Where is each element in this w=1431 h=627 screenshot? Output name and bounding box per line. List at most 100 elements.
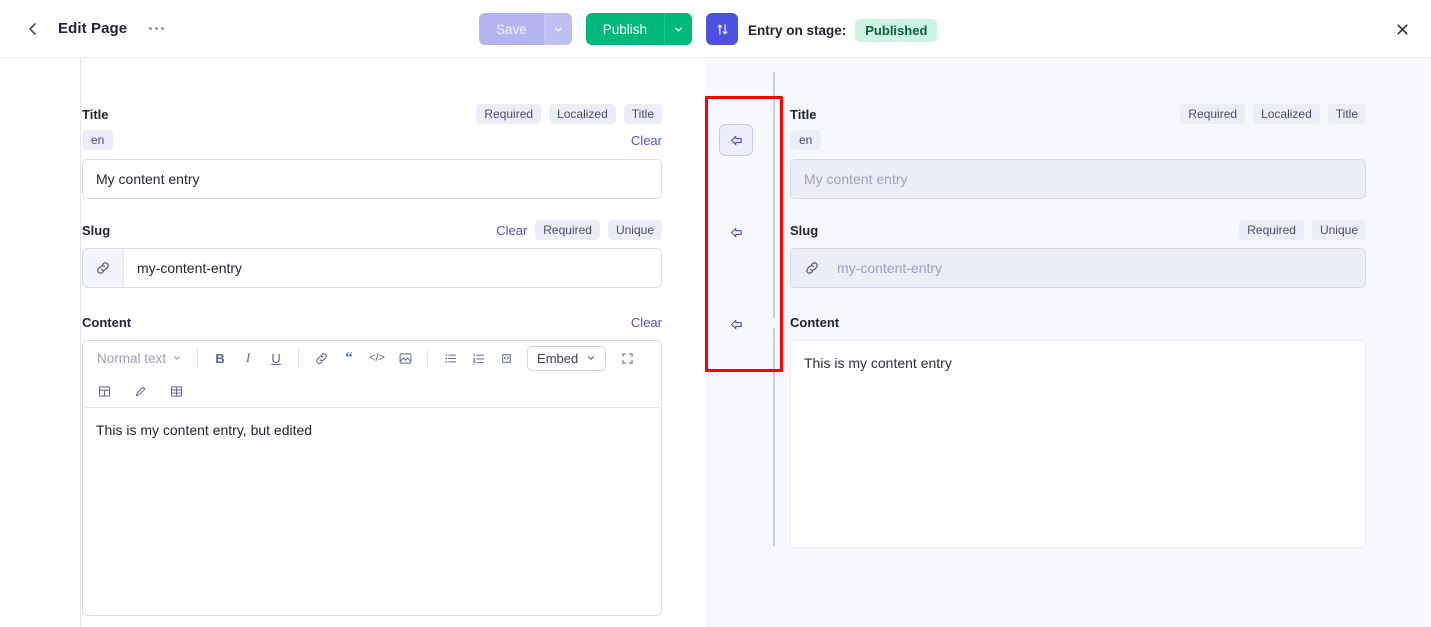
tag-required: Required — [1180, 104, 1245, 124]
compare-versions-button[interactable] — [706, 13, 738, 45]
tag-title: Title — [624, 104, 662, 124]
bullet-list-button[interactable] — [437, 346, 463, 370]
restore-rail — [705, 58, 773, 627]
slug-field-tags: Clear Required Unique — [496, 220, 662, 240]
table-grid-icon — [169, 384, 184, 399]
italic-button[interactable]: I — [235, 346, 261, 370]
text-style-label: Normal text — [97, 351, 166, 366]
image-button[interactable] — [392, 346, 418, 370]
link-icon — [791, 249, 832, 287]
locale-chip-en: en — [790, 130, 821, 150]
editor-body-area: Title Required Localized Title en Clear … — [0, 58, 1431, 627]
title-field-header: Title Required Localized Title — [82, 105, 662, 123]
slug-input[interactable]: my-content-entry — [124, 249, 242, 287]
underline-button[interactable]: U — [263, 346, 289, 370]
compare-slug-label: Slug — [790, 223, 818, 238]
compare-title-locale-row: en — [790, 130, 1366, 150]
table-layout-icon — [97, 384, 112, 399]
editor-toolbar-row-1: Normal text B I U — [83, 341, 661, 375]
tag-unique: Unique — [1312, 220, 1366, 240]
locale-chip-en[interactable]: en — [82, 130, 113, 150]
ellipsis-icon-dot — [155, 27, 158, 30]
page-title: Edit Page — [58, 20, 127, 37]
title-field-label: Title — [82, 107, 109, 122]
title-locale-row: en Clear — [82, 130, 662, 150]
quote-button[interactable]: “ — [336, 346, 362, 370]
save-button[interactable]: Save — [479, 13, 544, 45]
arrow-left-restore-icon — [728, 132, 745, 149]
content-editor-text[interactable]: This is my content entry, but edited — [83, 407, 661, 615]
compare-slug-tags: Required Unique — [1239, 220, 1366, 240]
save-split-button[interactable]: Save — [479, 13, 572, 45]
compare-title-tags: Required Localized Title — [1180, 104, 1366, 124]
numbered-list-button[interactable] — [465, 346, 491, 370]
table-layout-button[interactable] — [91, 379, 117, 403]
title-input[interactable]: My content entry — [82, 159, 662, 199]
bold-button[interactable]: B — [207, 346, 233, 370]
toolbar-separator — [298, 349, 299, 367]
publish-button[interactable]: Publish — [586, 13, 664, 45]
table-grid-button[interactable] — [163, 379, 189, 403]
entry-stage-indicator: Entry on stage: Published — [748, 19, 937, 42]
restore-title-button[interactable] — [719, 124, 753, 156]
embed-dropdown[interactable]: Embed — [527, 346, 606, 371]
pencil-icon — [133, 384, 148, 399]
ellipsis-icon-dot — [161, 27, 164, 30]
content-field-group: Content Clear Normal text B I — [82, 313, 662, 616]
tag-title: Title — [1328, 104, 1366, 124]
code-button[interactable]: </> — [364, 346, 390, 370]
text-style-dropdown[interactable]: Normal text — [91, 346, 188, 370]
tag-required: Required — [1239, 220, 1304, 240]
embed-label: Embed — [537, 351, 578, 366]
compare-content-label: Content — [790, 315, 839, 330]
current-version-pane: Title Required Localized Title en Clear … — [0, 58, 705, 627]
arrow-left-restore-icon — [728, 224, 745, 241]
chevron-down-icon — [553, 24, 564, 35]
tag-localized: Localized — [1253, 104, 1320, 124]
link-button[interactable] — [308, 346, 334, 370]
chevron-down-icon — [673, 24, 684, 35]
tag-localized: Localized — [549, 104, 616, 124]
quote-icon: “ — [345, 350, 353, 367]
publish-dropdown-toggle[interactable] — [664, 13, 692, 45]
content-clear-link[interactable]: Clear — [631, 315, 662, 330]
top-header-bar: Edit Page Save Publish — [0, 0, 1431, 58]
slug-input-wrapper[interactable]: my-content-entry — [82, 248, 662, 288]
rich-text-editor: Normal text B I U — [82, 340, 662, 616]
slug-clear-link[interactable]: Clear — [496, 223, 527, 238]
content-field-header: Content Clear — [82, 313, 662, 331]
compare-slug-value: my-content-entry — [832, 249, 942, 287]
restore-slug-button[interactable] — [719, 216, 753, 248]
compare-title-label: Title — [790, 107, 817, 122]
more-options-button[interactable] — [143, 18, 169, 40]
title-clear-link[interactable]: Clear — [631, 133, 662, 148]
code-block-button[interactable] — [493, 346, 519, 370]
chevron-down-icon — [172, 353, 182, 363]
rail-divider-segment — [773, 72, 775, 318]
pencil-button[interactable] — [127, 379, 153, 403]
arrow-left-restore-icon — [728, 316, 745, 333]
numbered-list-icon — [471, 351, 486, 366]
title-field-tags: Required Localized Title — [476, 104, 662, 124]
title-field-group: Title Required Localized Title en Clear … — [82, 105, 662, 199]
tag-unique: Unique — [608, 220, 662, 240]
toolbar-separator — [427, 349, 428, 367]
restore-content-button[interactable] — [719, 308, 753, 340]
header-actions: Save Publish — [479, 13, 738, 45]
image-icon — [398, 351, 413, 366]
slug-field-group: Slug Clear Required Unique my-conten — [82, 221, 662, 288]
compare-slug-header: Slug Required Unique — [790, 221, 1366, 239]
compare-version-pane: Title Required Localized Title en My con… — [705, 58, 1431, 627]
save-dropdown-toggle[interactable] — [544, 13, 572, 45]
compare-title-header: Title Required Localized Title — [790, 105, 1366, 123]
editor-toolbar-row-2 — [83, 375, 661, 407]
publish-split-button[interactable]: Publish — [586, 13, 692, 45]
edit-page-screen: Edit Page Save Publish — [0, 0, 1431, 627]
slug-field-label: Slug — [82, 223, 110, 238]
close-button[interactable] — [1387, 14, 1417, 44]
ellipsis-icon-dot — [149, 27, 152, 30]
chevron-down-icon — [586, 353, 596, 363]
compare-content-value: This is my content entry — [790, 340, 1366, 548]
fullscreen-button[interactable] — [614, 346, 640, 370]
back-button[interactable] — [18, 14, 48, 44]
